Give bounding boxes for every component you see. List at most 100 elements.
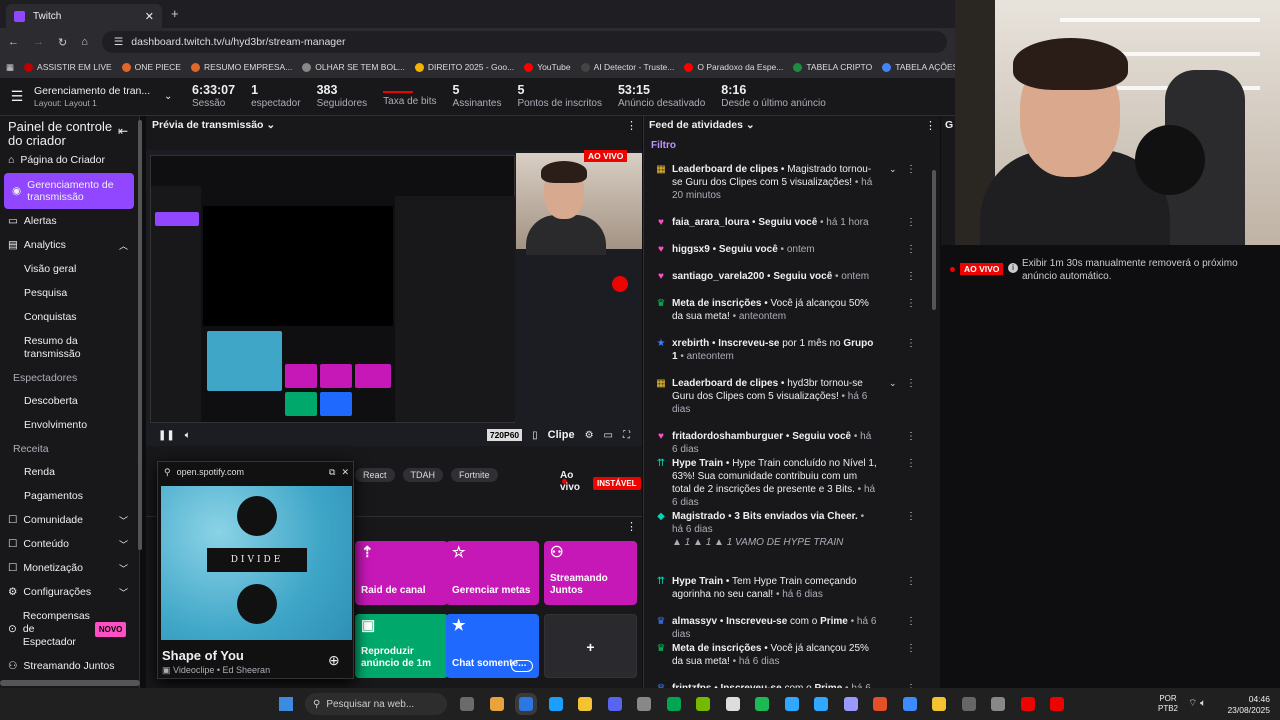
back-icon[interactable]: ← [8, 36, 19, 48]
actions-more-icon[interactable]: ⋮ [626, 520, 637, 533]
feed-item[interactable]: ♥ higgsx9 • Seguiu você • ontem ⋮ [651, 243, 921, 256]
more-options-icon[interactable]: ⋮ [906, 430, 916, 443]
url-field[interactable]: ☰ dashboard.twitch.tv/u/hyd3br/stream-ma… [101, 31, 947, 53]
feed-item[interactable]: ♥ faia_arara_loura • Seguiu você • há 1 h… [651, 216, 921, 229]
sidebar-item-pagina[interactable]: ⌂ Página do Criador [0, 154, 140, 166]
more-options-icon[interactable]: ⋮ [906, 575, 916, 588]
sidebar-item-envolvimento[interactable]: Envolvimento [0, 419, 140, 431]
bookmark-item[interactable]: ASSISTIR EM LIVE [24, 62, 112, 72]
taskbar-app-icon[interactable] [1020, 697, 1035, 711]
more-options-icon[interactable]: ⋮ [906, 457, 916, 470]
theatre-icon[interactable]: ▭ [604, 430, 613, 441]
taskbar-app-icon[interactable] [548, 697, 563, 711]
home-icon[interactable]: ⌂ [81, 36, 88, 48]
sidebar-item-comunidade[interactable]: ☐ Comunidade ﹀ [0, 514, 140, 526]
taskbar-app-icon[interactable] [696, 697, 710, 711]
site-info-icon[interactable]: ☰ [114, 36, 123, 48]
system-clock[interactable]: 04:46 23/08/2025 [1222, 694, 1270, 716]
taskbar-app-icon[interactable] [843, 697, 858, 711]
feed-item[interactable]: ◆ Magistrado • 3 Bits enviados via Cheer.… [651, 510, 921, 549]
taskbar-app-icon[interactable] [519, 697, 533, 711]
toggle-switch[interactable] [511, 660, 533, 672]
bookmark-item[interactable]: TABELA AÇÕES [882, 62, 955, 72]
taskbar-app-icon[interactable] [932, 697, 946, 711]
close-icon[interactable]: ✕ [341, 467, 349, 478]
page-title-block[interactable]: Gerenciamento de tran... Layout: Layout … [34, 85, 164, 109]
feed-item[interactable]: ▦ Leaderboard de clipes • Magistrado torn… [651, 163, 921, 202]
bookmark-item[interactable]: ONE PIECE [121, 62, 181, 72]
sidebar-item-configuracoes[interactable]: ⚙ Configurações ﹀ [0, 586, 140, 598]
more-options-icon[interactable]: ⋮ [906, 377, 916, 390]
bookmark-item[interactable]: AI Detector - Truste... [580, 62, 674, 72]
sidebar-scrollbar[interactable] [138, 120, 142, 550]
more-options-icon[interactable]: ⋮ [906, 216, 916, 229]
taskbar-search[interactable]: ⚲ Pesquisar na web... [305, 693, 447, 715]
quick-action-tile[interactable]: ▣ Reproduzir anúncio de 1m [355, 614, 448, 678]
horizontal-scrollbar[interactable] [0, 680, 140, 686]
stream-tag[interactable]: TDAH [402, 468, 444, 482]
taskbar-app-icon[interactable] [725, 697, 740, 711]
more-options-icon[interactable]: ⋮ [906, 297, 916, 310]
taskbar-app-icon[interactable] [489, 697, 504, 711]
quick-action-tile[interactable]: + [544, 614, 637, 678]
preview-more-icon[interactable]: ⋮ [626, 119, 637, 132]
taskbar-app-icon[interactable] [991, 697, 1005, 711]
feed-item[interactable]: ♥ santiago_varela200 • Seguiu você • onte… [651, 270, 921, 283]
pause-icon[interactable]: ❚❚ [158, 430, 175, 441]
feed-filter[interactable]: Filtro [651, 140, 676, 151]
sidebar-item-visao[interactable]: Visão geral [0, 263, 140, 275]
sidebar-item-monetizacao[interactable]: ☐ Monetização ﹀ [0, 562, 140, 574]
feed-item[interactable]: ⇈ Hype Train • Hype Train concluído no Ní… [651, 457, 921, 509]
feed-more-icon[interactable]: ⋮ [925, 119, 936, 132]
more-options-icon[interactable]: ⋮ [906, 270, 916, 283]
feed-item[interactable]: ♛ Meta de inscrições • Você já alcançou 2… [651, 642, 921, 668]
more-options-icon[interactable]: ⋮ [906, 163, 916, 176]
chevron-down-icon[interactable]: ⌄ [164, 91, 184, 102]
taskbar-app-icon[interactable] [961, 697, 976, 711]
quick-action-tile[interactable]: ⇡ Raid de canal [355, 541, 448, 605]
sidebar-item-alertas[interactable]: ▭ Alertas [0, 215, 140, 227]
apps-icon[interactable]: ▦ [6, 62, 14, 73]
bookmark-item[interactable]: RESUMO EMPRESA... [190, 62, 292, 72]
new-tab-icon[interactable]: + [171, 6, 179, 21]
bookmark-item[interactable]: DIREITO 2025 - Goo... [414, 62, 514, 72]
quality-badge[interactable]: 720P60 [486, 429, 523, 441]
collapse-sidebar-icon[interactable]: ⇤ [118, 124, 128, 138]
taskbar-app-icon[interactable] [666, 697, 681, 711]
quick-action-tile[interactable]: ⚇ Streamando Juntos [544, 541, 637, 605]
sidebar-item-analytics[interactable]: ▤ Analytics ︿ [0, 239, 140, 251]
sidebar-item-recompensas[interactable]: ⊙ Recompensas de Espectador NOVO [0, 610, 140, 649]
feed-item[interactable]: ⇈ Hype Train • Tem Hype Train começando a… [651, 575, 921, 601]
clip-icon[interactable]: ▯ [532, 430, 538, 441]
more-options-icon[interactable]: ⋮ [906, 642, 916, 655]
close-tab-icon[interactable]: ✕ [145, 10, 154, 23]
preview-title[interactable]: Prévia de transmissão ⌄ [152, 119, 275, 131]
windows-start-icon[interactable] [279, 697, 293, 711]
feed-item[interactable]: ▦ Leaderboard de clipes • hyd3br tornou-s… [651, 377, 921, 416]
taskbar-app-icon[interactable] [460, 697, 474, 711]
browser-tab[interactable]: Twitch ✕ [6, 4, 162, 28]
back-to-tab-icon[interactable]: ⧉ [329, 467, 335, 478]
bookmark-item[interactable]: OLHAR SE TEM BOL... [302, 62, 405, 72]
stream-tag[interactable]: Fortnite [451, 468, 498, 482]
taskbar-app-icon[interactable] [784, 697, 799, 711]
sidebar-item-pesquisa[interactable]: Pesquisa [0, 287, 140, 299]
feed-item[interactable]: ♛ almassyv • Inscreveu-se com o Prime • h… [651, 615, 921, 641]
gear-icon[interactable]: ⚙ [585, 430, 594, 441]
taskbar-app-icon[interactable] [873, 697, 887, 711]
more-options-icon[interactable]: ⋮ [906, 243, 916, 256]
feed-item[interactable]: ♛ Meta de inscrições • Você já alcançou 5… [651, 297, 921, 323]
sidebar-item-descoberta[interactable]: Descoberta [0, 395, 140, 407]
feed-scrollbar[interactable] [932, 170, 936, 310]
expand-icon[interactable]: ⌄ [889, 377, 897, 390]
taskbar-app-icon[interactable] [902, 697, 917, 711]
taskbar-app-icon[interactable] [1050, 697, 1064, 711]
feed-item[interactable]: ♥ fritadordoshamburguer • Seguiu você • h… [651, 430, 921, 456]
sidebar-item-gerenciamento[interactable]: ◉ Gerenciamento de transmissão [4, 173, 134, 209]
quick-action-tile[interactable]: ☆ Gerenciar metas [446, 541, 539, 605]
expand-icon[interactable]: ⌄ [889, 163, 897, 176]
sidebar-item-conquistas[interactable]: Conquistas [0, 311, 140, 323]
sidebar-item-renda[interactable]: Renda [0, 466, 140, 478]
sidebar-item-conteudo[interactable]: ☐ Conteúdo ﹀ [0, 538, 140, 550]
taskbar-app-icon[interactable] [755, 697, 769, 711]
